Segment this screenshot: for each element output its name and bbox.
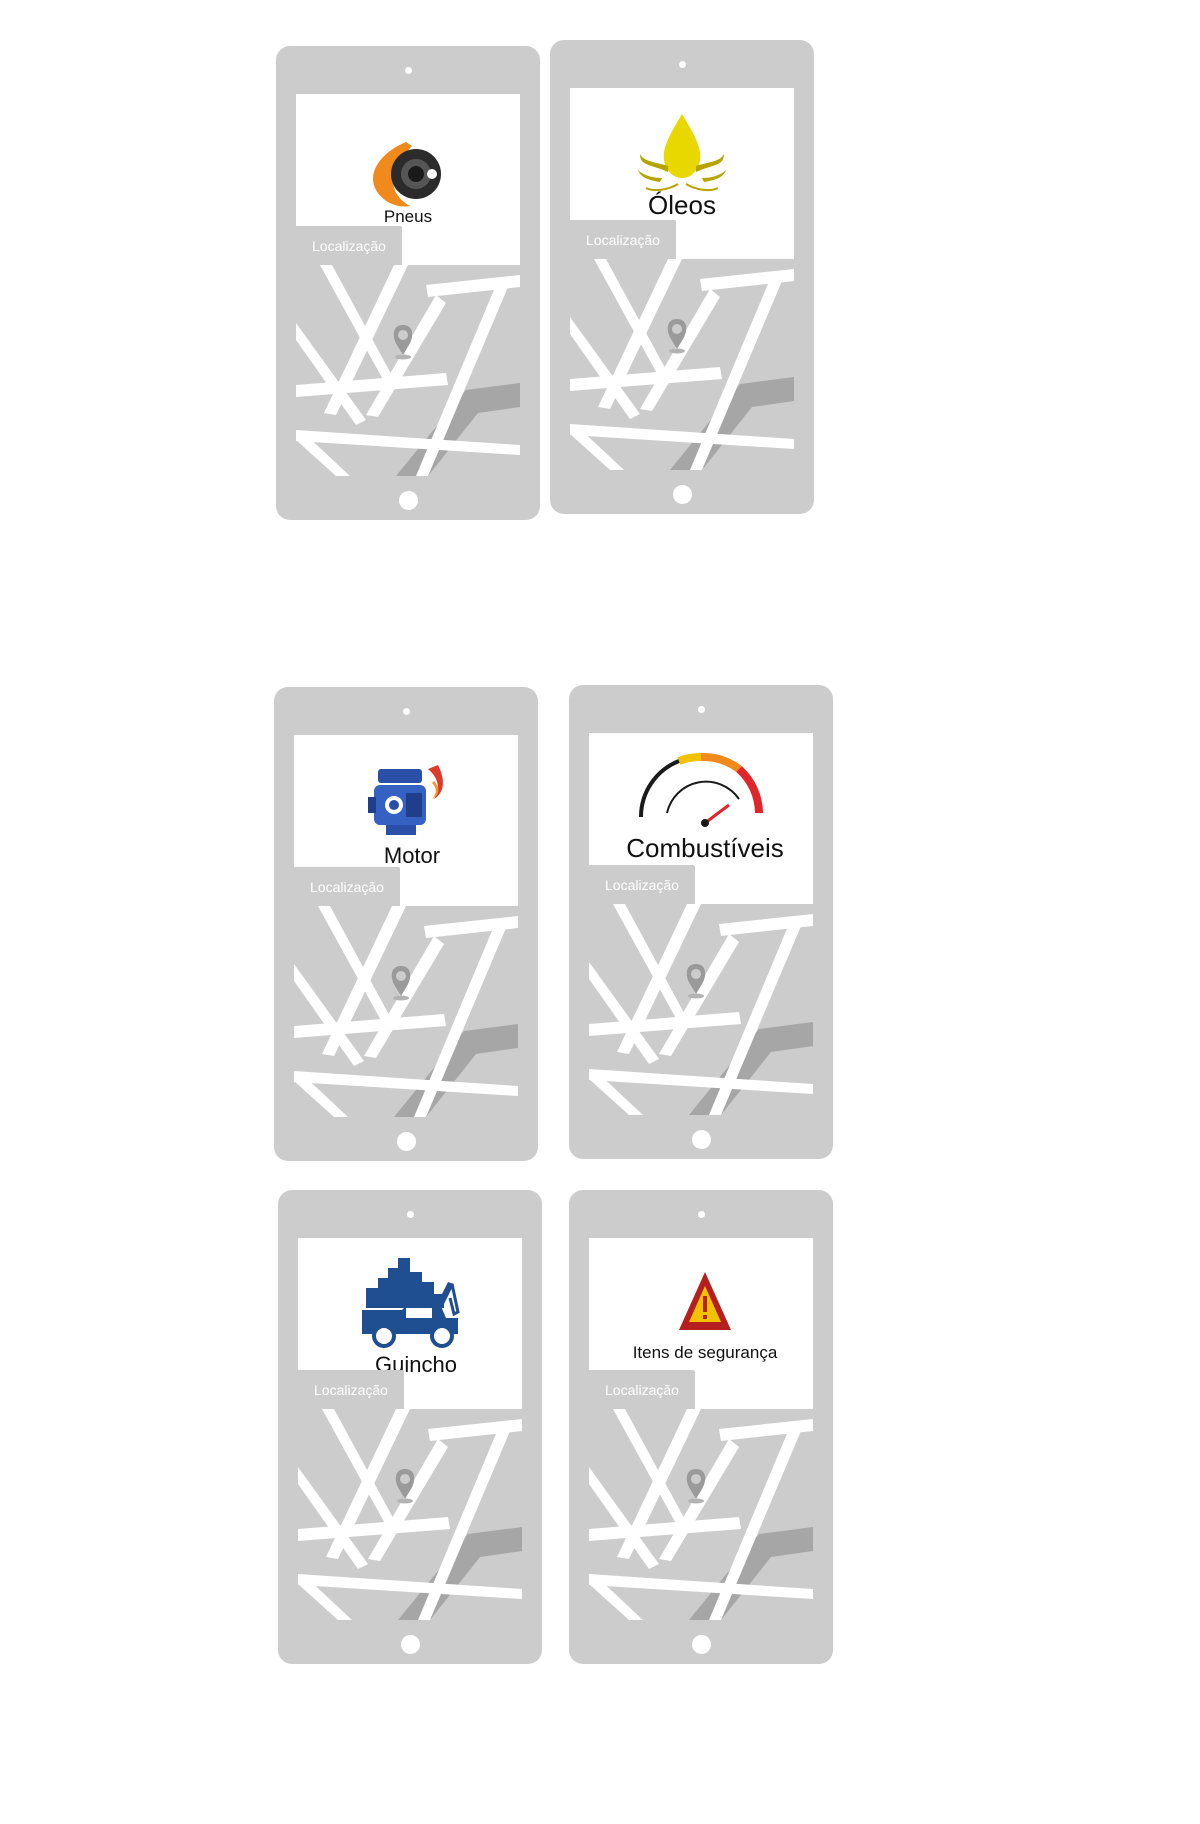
location-tab[interactable]: Localização	[570, 220, 676, 260]
logo-banner: Óleos Localização	[570, 88, 794, 260]
map-thumbnail[interactable]	[296, 265, 520, 476]
logo-banner: Combustíveis Localização	[589, 733, 813, 905]
camera-dot	[697, 1211, 705, 1218]
tablet-screen: Itens de segurança Localização	[589, 1238, 813, 1620]
map-thumbnail[interactable]	[589, 904, 813, 1115]
logo-banner: Pneus Localização	[296, 94, 520, 266]
home-button	[691, 1130, 711, 1149]
location-tab[interactable]: Localização	[589, 1370, 695, 1410]
home-button	[396, 1132, 416, 1151]
camera-dot	[406, 1211, 414, 1218]
map-thumbnail[interactable]	[298, 1409, 522, 1620]
location-tab[interactable]: Localização	[589, 865, 695, 905]
home-button	[398, 491, 418, 510]
card-title: Combustíveis	[626, 833, 784, 863]
card-title: Óleos	[648, 190, 716, 220]
home-button	[400, 1635, 420, 1654]
product-card-guincho[interactable]: Guincho Localização	[278, 1190, 542, 1664]
map-thumbnail[interactable]	[589, 1409, 813, 1620]
product-card-itens-de-seguranca[interactable]: Itens de segurança Localização	[569, 1190, 833, 1664]
camera-dot	[402, 708, 410, 715]
product-card-oleos[interactable]: Óleos Localização	[550, 40, 814, 514]
map-thumbnail[interactable]	[570, 259, 794, 470]
card-title: Pneus	[384, 207, 432, 226]
tablet-screen: Motor Localização	[294, 735, 518, 1117]
camera-dot	[678, 61, 686, 68]
product-card-combustiveis[interactable]: Combustíveis Localização	[569, 685, 833, 1159]
camera-dot	[404, 67, 412, 74]
home-button	[672, 485, 692, 504]
map-thumbnail[interactable]	[294, 906, 518, 1117]
location-tab[interactable]: Localização	[296, 226, 402, 266]
logo-banner: Guincho Localização	[298, 1238, 522, 1410]
tablet-screen: Combustíveis Localização	[589, 733, 813, 1115]
card-title: Itens de segurança	[633, 1343, 778, 1362]
tablet-screen: Óleos Localização	[570, 88, 794, 470]
tablet-screen: Guincho Localização	[298, 1238, 522, 1620]
logo-banner: Itens de segurança Localização	[589, 1238, 813, 1410]
camera-dot	[697, 706, 705, 713]
location-tab[interactable]: Localização	[294, 867, 400, 907]
home-button	[691, 1635, 711, 1654]
product-card-motor[interactable]: Motor Localização	[274, 687, 538, 1161]
product-card-pneus[interactable]: Pneus Localização	[276, 46, 540, 520]
location-tab[interactable]: Localização	[298, 1370, 404, 1410]
logo-banner: Motor Localização	[294, 735, 518, 907]
card-title: Motor	[384, 843, 440, 868]
tablet-screen: Pneus Localização	[296, 94, 520, 476]
